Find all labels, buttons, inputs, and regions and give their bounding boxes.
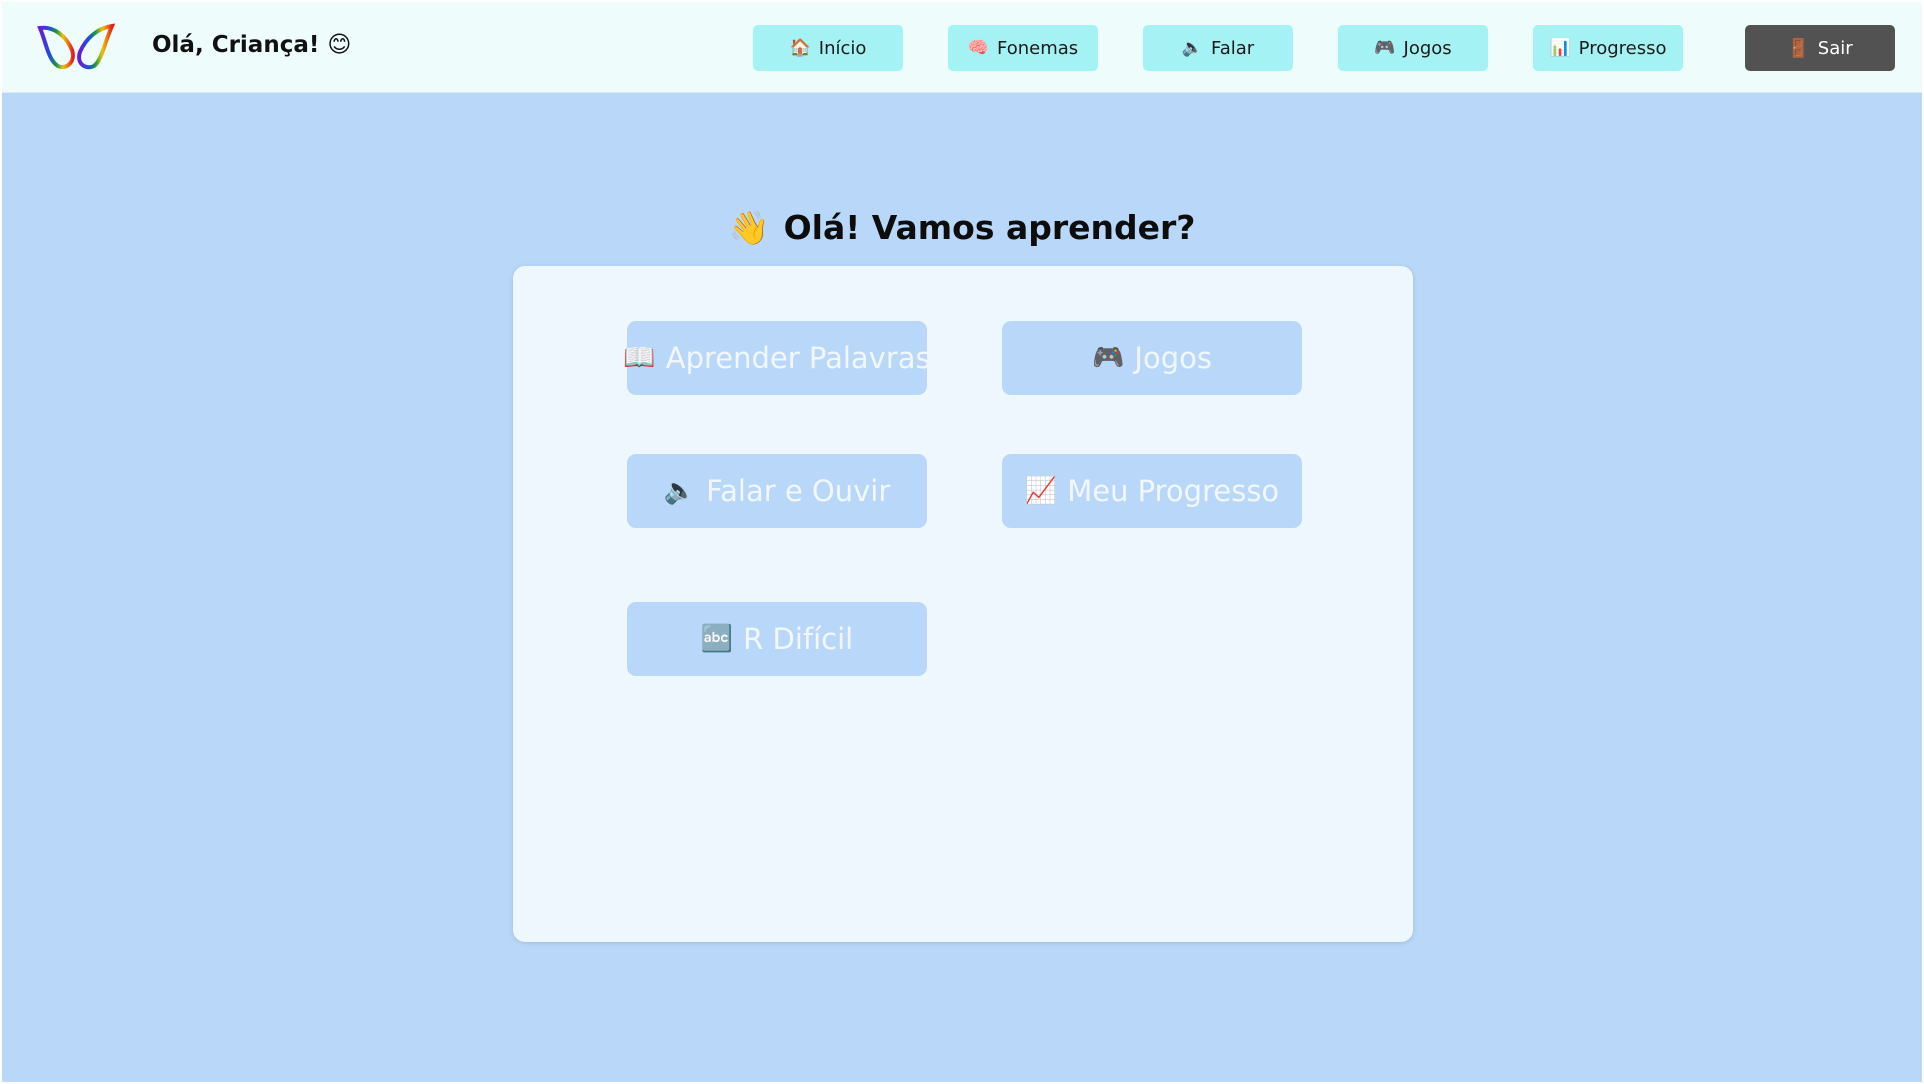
page-title: 👋 Olá! Vamos aprender? — [2, 208, 1922, 248]
nav-progresso-button[interactable]: 📊 Progresso — [1533, 25, 1683, 71]
learn-words-button[interactable]: 📖 Aprender Palavras — [623, 321, 931, 395]
greeting-text: Olá, Criança! 😊 — [152, 32, 352, 58]
nav-inicio-button[interactable]: 🏠 Início — [753, 25, 903, 71]
trend-chart-icon: 📈 — [1024, 476, 1058, 506]
nav-progresso-label: Progresso — [1578, 37, 1667, 59]
speak-listen-label: Falar e Ouvir — [706, 474, 891, 508]
nav-jogos-button[interactable]: 🎮 Jogos — [1338, 25, 1488, 71]
speaker-icon: 🔈 — [663, 476, 697, 506]
top-bar: Olá, Criança! 😊 🏠 Início 🧠 Fonemas 🔈 Fal… — [2, 2, 1922, 93]
home-icon: 🏠 — [789, 38, 811, 58]
nav-fonemas-button[interactable]: 🧠 Fonemas — [948, 25, 1098, 71]
games-label: Jogos — [1134, 341, 1212, 375]
app-root: Olá, Criança! 😊 🏠 Início 🧠 Fonemas 🔈 Fal… — [2, 2, 1922, 1082]
exit-button[interactable]: 🚪 Sair — [1745, 25, 1895, 71]
door-icon: 🚪 — [1787, 37, 1810, 59]
my-progress-label: Meu Progresso — [1067, 474, 1280, 508]
butterfly-logo-icon — [37, 23, 116, 70]
nav-jogos-label: Jogos — [1403, 37, 1452, 59]
games-button[interactable]: 🎮 Jogos — [1002, 321, 1302, 395]
speak-listen-button[interactable]: 🔈 Falar e Ouvir — [627, 454, 927, 528]
open-book-icon: 📖 — [623, 343, 656, 373]
hard-r-label: R Difícil — [743, 622, 854, 656]
game-controller-icon: 🎮 — [1092, 343, 1125, 373]
waving-hand-icon: 👋 — [728, 208, 770, 247]
abc-letters-icon: 🔤 — [700, 624, 734, 654]
nav-falar-label: Falar — [1211, 37, 1255, 59]
menu-card: 📖 Aprender Palavras 🎮 Jogos 🔈 Falar e Ou… — [513, 266, 1413, 942]
my-progress-button[interactable]: 📈 Meu Progresso — [1002, 454, 1302, 528]
brain-icon: 🧠 — [967, 38, 989, 58]
game-controller-icon: 🎮 — [1374, 38, 1396, 58]
speaker-icon: 🔈 — [1181, 38, 1203, 58]
exit-label: Sair — [1817, 37, 1853, 59]
nav-inicio-label: Início — [818, 37, 867, 59]
bar-chart-icon: 📊 — [1549, 38, 1571, 58]
hard-r-button[interactable]: 🔤 R Difícil — [627, 602, 927, 676]
page-title-text: Olá! Vamos aprender? — [783, 208, 1196, 247]
nav-fonemas-label: Fonemas — [997, 37, 1079, 59]
learn-words-label: Aprender Palavras — [665, 341, 931, 375]
nav-falar-button[interactable]: 🔈 Falar — [1143, 25, 1293, 71]
